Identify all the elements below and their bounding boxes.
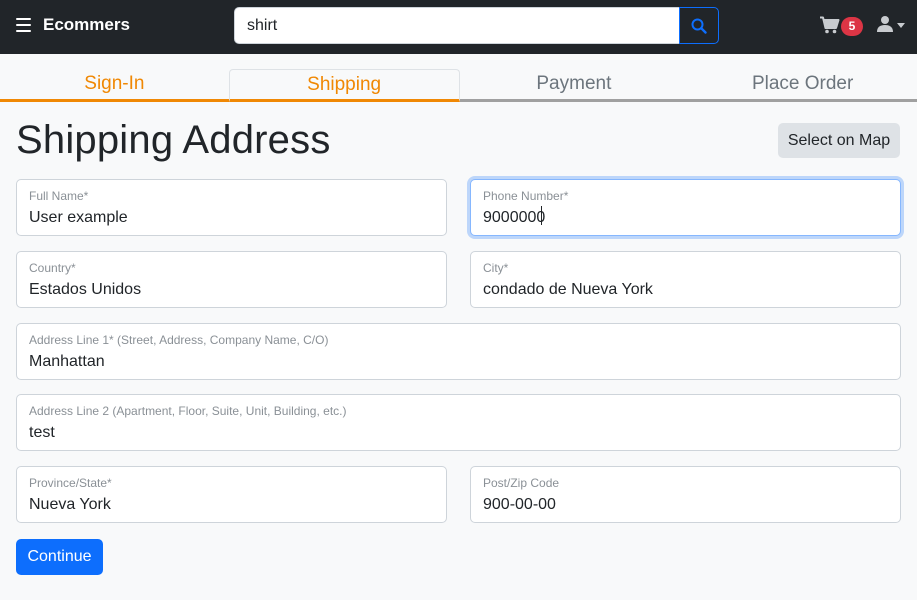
- navbar: Ecommers 5: [0, 0, 917, 54]
- address-line-2-input[interactable]: [29, 422, 888, 444]
- country-field[interactable]: Country*: [16, 251, 447, 308]
- step-shipping: Shipping: [228, 69, 460, 102]
- select-on-map-button[interactable]: Select on Map: [778, 123, 900, 158]
- step-sign-in: Sign-In: [0, 69, 229, 102]
- cart-link[interactable]: 5: [820, 15, 866, 37]
- page-title: Shipping Address: [16, 118, 331, 162]
- postal-code-label: Post/Zip Code: [483, 476, 560, 490]
- cart-icon: [820, 16, 840, 34]
- phone-number-input[interactable]: [483, 207, 888, 229]
- full-name-field[interactable]: Full Name*: [16, 179, 447, 236]
- province-state-input[interactable]: [29, 494, 434, 516]
- step-place-order: Place Order: [688, 69, 917, 102]
- address-line-2-field[interactable]: Address Line 2 (Apartment, Floor, Suite,…: [16, 394, 901, 451]
- phone-number-field[interactable]: Phone Number*: [470, 179, 901, 236]
- brand-logo[interactable]: Ecommers: [43, 15, 130, 35]
- phone-number-label: Phone Number*: [483, 189, 569, 203]
- city-field[interactable]: City*: [470, 251, 901, 308]
- continue-button[interactable]: Continue: [16, 539, 103, 575]
- full-name-input[interactable]: [29, 207, 434, 229]
- postal-code-field[interactable]: Post/Zip Code: [470, 466, 901, 523]
- user-icon: [877, 16, 893, 32]
- country-label: Country*: [29, 261, 76, 275]
- address-line-1-input[interactable]: [29, 351, 888, 373]
- city-label: City*: [483, 261, 509, 275]
- full-name-label: Full Name*: [29, 189, 89, 203]
- hamburger-icon[interactable]: [16, 18, 31, 32]
- country-input[interactable]: [29, 279, 434, 301]
- address-line-1-field[interactable]: Address Line 1* (Street, Address, Compan…: [16, 323, 901, 380]
- cart-count-badge: 5: [841, 17, 863, 36]
- search-icon: [691, 18, 707, 34]
- search-input[interactable]: [234, 7, 679, 44]
- search-bar: [234, 7, 719, 44]
- address-line-2-label: Address Line 2 (Apartment, Floor, Suite,…: [29, 404, 347, 418]
- city-input[interactable]: [483, 279, 888, 301]
- text-caret: [541, 206, 542, 225]
- province-state-label: Province/State*: [29, 476, 112, 490]
- chevron-down-icon: [897, 23, 905, 28]
- checkout-steps: Sign-In Shipping Payment Place Order: [0, 69, 917, 102]
- province-state-field[interactable]: Province/State*: [16, 466, 447, 523]
- address-line-1-label: Address Line 1* (Street, Address, Compan…: [29, 333, 329, 347]
- search-button[interactable]: [679, 7, 719, 44]
- step-payment: Payment: [459, 69, 689, 102]
- user-menu[interactable]: [877, 15, 907, 35]
- postal-code-input[interactable]: [483, 494, 888, 516]
